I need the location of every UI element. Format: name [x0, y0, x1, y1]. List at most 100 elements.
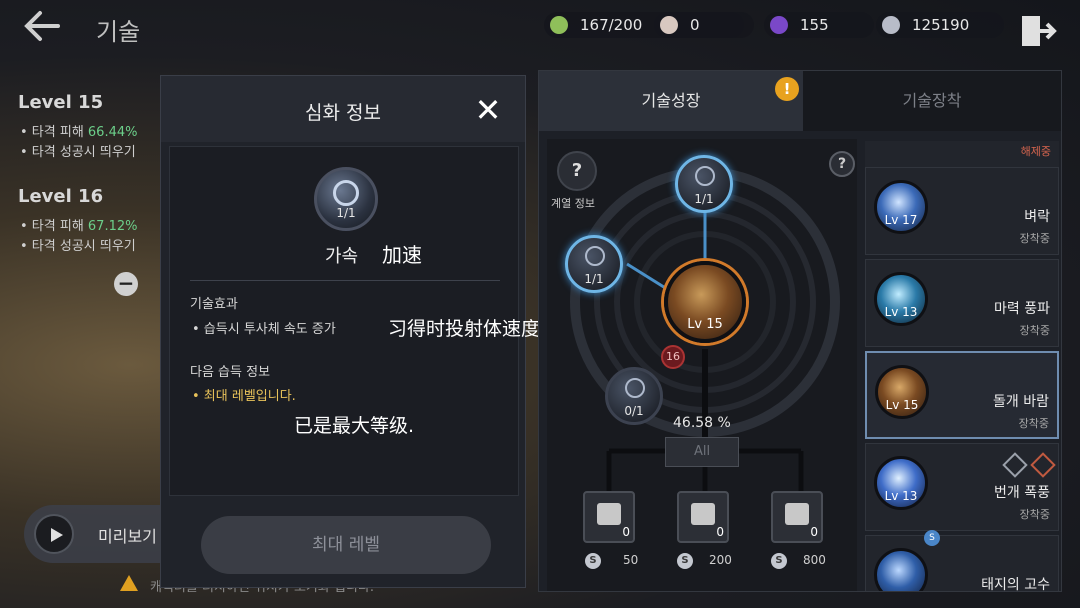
silver-coin-icon: S [585, 553, 601, 569]
level-16-damage: • 타격 피해 67.12% [20, 219, 138, 234]
skill-orb: 1/1 [314, 167, 378, 231]
help-icon[interactable]: ? [829, 151, 855, 177]
gem-value: 155 [800, 16, 829, 34]
tree-node-bottom[interactable]: 0/1 [605, 367, 663, 425]
silver-badge-icon: S [924, 530, 940, 546]
pearl-icon [660, 16, 678, 34]
close-icon[interactable]: ✕ [471, 94, 505, 128]
node-count: 1/1 [694, 192, 714, 206]
core-skill-orb[interactable]: Lv 15 [664, 261, 746, 343]
tree-node-top[interactable]: 1/1 [675, 155, 733, 213]
master-skill-icon [874, 548, 928, 591]
top-bar: 기술 167/200 0 155 125190 [0, 0, 1080, 52]
item-cost: 800 [803, 553, 826, 567]
item-count: 0 [622, 525, 630, 539]
stamina-value: 167/200 [580, 16, 643, 34]
skill-card-name: 태지의 고수 [981, 577, 1050, 591]
gem-icon [770, 16, 788, 34]
node-icon [585, 246, 605, 266]
book-icon [691, 503, 715, 525]
warning-icon [120, 575, 138, 591]
skill-tree: ? 계열 정보 ? 1/1 1/1 0/1 Lv 15 16 46.58 % A… [547, 139, 857, 591]
skill-panel: 기술성장 ! 기술장착 ? 계열 정보 ? 1/1 1/1 0/1 Lv 15 … [538, 70, 1062, 592]
skill-card-status: 장착중 [1019, 232, 1050, 245]
preview-label: 미리보기 [98, 527, 157, 546]
page-title: 기술 [96, 18, 141, 46]
collapse-minus-icon[interactable]: − [114, 272, 138, 296]
book-icon [785, 503, 809, 525]
skill-card-name: 번개 폭풍 [994, 485, 1050, 501]
acceleration-icon [333, 180, 359, 206]
all-button[interactable]: All [665, 437, 739, 467]
skill-card-mana-wave[interactable]: Lv 13 마력 풍파 장착중 [865, 259, 1059, 347]
storm-icon: Lv 13 [874, 456, 928, 510]
level-15-title: Level 15 [18, 92, 104, 113]
next-label: 다음 습득 정보 [190, 365, 271, 380]
tree-node-left[interactable]: 1/1 [565, 235, 623, 293]
book-item-2[interactable]: 0 [677, 491, 729, 543]
item-cost: 50 [623, 553, 639, 567]
skill-card-status: 장착중 [1019, 508, 1050, 521]
tab-equip[interactable]: 기술장착 [803, 71, 1061, 131]
effect-label: 기술효과 [190, 297, 238, 312]
item-count: 0 [716, 525, 724, 539]
skill-card-thunderstorm[interactable]: Lv 13 번개 폭풍 장착중 [865, 443, 1059, 531]
item-cost: 200 [709, 553, 732, 567]
rune-icon [1002, 452, 1028, 478]
level-15-effect: • 타격 성공시 띄우기 [20, 145, 136, 160]
core-level: Lv 15 [687, 317, 723, 332]
effect-text: • 습득시 투사체 속도 증가 [192, 322, 336, 337]
skill-card-name: 벼락 [1024, 209, 1050, 225]
next-translation: 已是最大等级. [294, 415, 415, 437]
modal-body: 1/1 가속 加速 기술효과 • 습득시 투사체 속도 증가 习得时投射体速度增… [169, 146, 578, 496]
skill-card-whirlwind[interactable]: Lv 15 돌개 바람 장착중 [865, 351, 1059, 439]
next-text: • 최대 레벨입니다. [192, 389, 296, 404]
node-count: 1/1 [584, 272, 604, 286]
skill-card-status: 장착중 [1018, 417, 1049, 430]
level-15-damage: • 타격 피해 66.44% [20, 125, 138, 140]
skill-name: 가속 [325, 246, 359, 267]
modal-header: 심화 정보 ✕ [161, 76, 525, 142]
silver-coin-icon: S [677, 553, 693, 569]
tree-info-label: 계열 정보 [551, 197, 595, 210]
skill-card-lightning[interactable]: Lv 17 벼락 장착중 [865, 167, 1059, 255]
wave-icon: Lv 13 [874, 272, 928, 326]
skill-list: 해제중 Lv 17 벼락 장착중 Lv 13 마력 풍파 장착중 Lv 15 돌… [865, 141, 1061, 591]
level-16-title: Level 16 [18, 186, 104, 207]
silver-icon [882, 16, 900, 34]
detail-modal: 심화 정보 ✕ 1/1 가속 加速 기술효과 • 습득시 투사체 속도 증가 习… [160, 75, 578, 588]
lightning-icon: Lv 17 [874, 180, 928, 234]
whirlwind-icon: Lv 15 [875, 365, 929, 419]
pearl-counter: 0 [654, 12, 754, 38]
skill-card-name: 돌개 바람 [993, 394, 1049, 410]
skill-card-status: 장착중 [1019, 324, 1050, 337]
skill-card-master[interactable]: S 태지의 고수 [865, 530, 1059, 591]
play-icon [34, 514, 74, 554]
node-icon [625, 378, 645, 398]
node-count: 0/1 [624, 404, 644, 418]
tree-info-button[interactable]: ? [557, 151, 597, 191]
gem-counter: 155 [764, 12, 874, 38]
silver-coin-icon: S [771, 553, 787, 569]
skill-card-name: 마력 풍파 [994, 301, 1050, 317]
back-arrow-icon[interactable] [22, 8, 62, 44]
book-item-3[interactable]: 0 [771, 491, 823, 543]
silver-value: 125190 [912, 16, 970, 34]
book-icon [597, 503, 621, 525]
max-level-button[interactable]: 최대 레벨 [201, 516, 491, 574]
item-count: 0 [810, 525, 818, 539]
tab-growth[interactable]: 기술성장 [539, 71, 803, 131]
unequip-label: 해제중 [1020, 145, 1051, 158]
exit-icon[interactable] [1018, 12, 1058, 50]
rune-icon [1030, 452, 1056, 478]
divider [190, 280, 500, 281]
skill-count: 1/1 [336, 206, 356, 220]
book-item-1[interactable]: 0 [583, 491, 635, 543]
silver-counter: 125190 [876, 12, 1004, 38]
level-badge: 16 [661, 345, 685, 369]
pearl-value: 0 [690, 16, 700, 34]
node-icon [695, 166, 715, 186]
stamina-icon [550, 16, 568, 34]
level-16-effect: • 타격 성공시 띄우기 [20, 239, 136, 254]
skill-name-translation: 加速 [382, 243, 422, 267]
